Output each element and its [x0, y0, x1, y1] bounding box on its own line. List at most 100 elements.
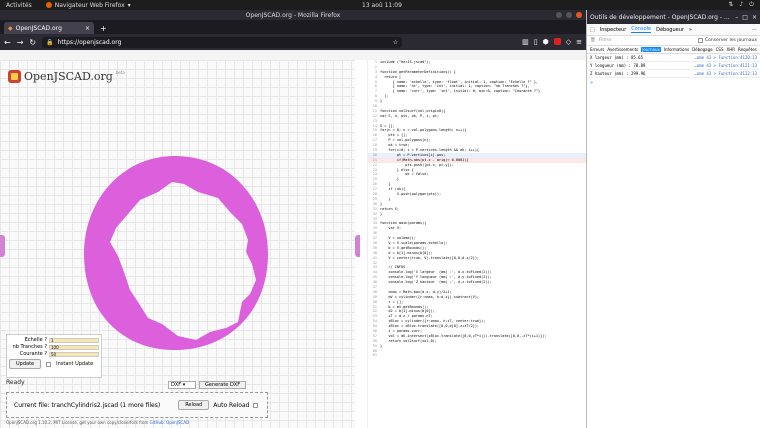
param-label-echelle: Echelle ?: [24, 337, 47, 343]
new-tab-button[interactable]: +: [100, 24, 107, 33]
editor-toggle-handle[interactable]: [355, 235, 360, 257]
left-panel-handle[interactable]: [0, 235, 5, 257]
code-text: var V;: [380, 226, 402, 231]
more-tabs-icon[interactable]: »: [689, 27, 692, 33]
log-source-link[interactable]: …ame 43 > Function:4121:13: [694, 63, 757, 68]
close-icon[interactable]: ×: [752, 14, 757, 21]
console-log-row: Z hauteur (mm) : 299.96 …ame 43 > Functi…: [587, 70, 760, 78]
github-link[interactable]: GitHub: OpenJSCAD: [150, 420, 190, 425]
code-text: return S;: [380, 206, 399, 211]
instant-update-checkbox[interactable]: [46, 361, 52, 367]
generate-button[interactable]: Generate DXF: [199, 381, 247, 389]
minimize-button[interactable]: [556, 12, 562, 18]
instant-update-label: Instant Update: [56, 361, 94, 367]
code-text: { name: 'curr', type: 'int', initial: 0,…: [380, 89, 541, 94]
editor-splitter[interactable]: [355, 60, 367, 428]
footer: OpenJSCAD.org 1.10.2, MIT License, get y…: [6, 420, 189, 425]
network-icon: ⇅: [728, 1, 734, 8]
auto-reload-checkbox[interactable]: [253, 402, 259, 408]
tab-title: OpenJSCAD.org: [15, 24, 62, 32]
console-input-prompt[interactable]: »: [587, 78, 760, 88]
toolbar-icons: ▥ ▯ ⬢ ◇ ≡: [522, 38, 582, 46]
reload-icon[interactable]: ↻: [29, 38, 36, 47]
filter-input[interactable]: Filtrer: [599, 38, 612, 43]
logo-mark-icon: [8, 70, 21, 83]
echelle-input[interactable]: 1: [49, 337, 99, 343]
addon-icon[interactable]: [553, 38, 561, 45]
courante-input[interactable]: 50: [49, 351, 99, 357]
bookmark-star-icon[interactable]: ☆: [393, 39, 398, 46]
devtools-menu-icon[interactable]: ⋯: [752, 27, 757, 33]
logo-text: OpenJSCAD.org: [24, 70, 113, 83]
tab-strip: ◆ OpenJSCAD.org × +: [0, 20, 586, 34]
cat-errors[interactable]: Erreurs: [590, 47, 604, 52]
tab-console[interactable]: Console: [631, 26, 652, 33]
menu-icon[interactable]: ≡: [576, 38, 582, 46]
param-buttons: Update Instant Update: [9, 359, 99, 369]
log-source-link[interactable]: …ame 43 > Function:4120:13: [694, 55, 757, 60]
library-icon[interactable]: ▥: [522, 38, 529, 46]
activities-button[interactable]: Activités: [6, 2, 32, 9]
maximize-icon[interactable]: □: [742, 14, 748, 21]
extension-icon[interactable]: ⬢: [543, 38, 549, 46]
code-text: include ("herJS.jscad");: [380, 60, 431, 64]
format-select[interactable]: DXF ▾: [168, 381, 196, 389]
back-icon[interactable]: ←: [4, 38, 11, 47]
cat-info[interactable]: Informations: [664, 47, 689, 52]
line-number: 61: [372, 353, 377, 358]
cat-xhr[interactable]: XHR: [727, 47, 736, 52]
window-titlebar: OpenJSCAD.org - Mozilla Firefox: [0, 10, 586, 20]
code-line[interactable]: 61: [368, 353, 586, 358]
console-log-row: Y longueur (mm) : 78.89 …ame 43 > Functi…: [587, 62, 760, 70]
persist-logs-checkbox[interactable]: [698, 38, 704, 43]
console-categories: Erreurs Avertissements Journaux Informat…: [587, 46, 760, 54]
cat-requests[interactable]: Requêtes: [738, 47, 757, 52]
page-content: OpenJSCAD.org beta Echelle ? 1 nb Tranch…: [0, 60, 586, 428]
update-button[interactable]: Update: [9, 359, 42, 369]
window-controls: [556, 12, 582, 18]
maximize-button[interactable]: [566, 12, 572, 18]
file-drop-box[interactable]: Current file: tranchCylindris2.jscad (1 …: [6, 392, 268, 418]
devtools-tabs: ⬚ Inspecteur Console Débogueur » ⋯: [587, 24, 760, 36]
3d-viewer[interactable]: OpenJSCAD.org beta Echelle ? 1 nb Tranch…: [0, 60, 355, 428]
cat-warnings[interactable]: Avertissements: [607, 47, 638, 52]
pick-element-icon[interactable]: ⬚: [590, 27, 595, 33]
code-editor[interactable]: 1 include ("herJS.jscad"); 2 3 function getP…: [367, 60, 586, 428]
firefox-icon: [45, 2, 52, 8]
app-menu-label: Navigateur Web Firefox: [54, 1, 125, 9]
code-text: }: [380, 211, 383, 216]
minimize-icon[interactable]: –: [735, 14, 738, 21]
navigation-toolbar: ← → ↻ 🔒 https://openjscad.org ☆ ▥ ▯ ⬢ ◇ …: [0, 34, 586, 50]
close-tab-icon[interactable]: ×: [85, 25, 90, 32]
sidebar-icon[interactable]: ▯: [534, 38, 538, 46]
cat-logs[interactable]: Journaux: [641, 47, 661, 52]
system-tray[interactable]: ⇅ ♪ ⏻: [728, 1, 754, 9]
clock[interactable]: 13 aoû 11:09: [362, 2, 402, 9]
browser-tab[interactable]: ◆ OpenJSCAD.org ×: [4, 22, 94, 34]
slice-shape: [84, 156, 268, 350]
firefox-window: OpenJSCAD.org - Mozilla Firefox ◆ OpenJS…: [0, 10, 586, 428]
tab-debugger[interactable]: Débogueur: [656, 27, 684, 33]
persist-logs-option[interactable]: Conserver les journaux: [698, 38, 757, 43]
reload-button[interactable]: Reload: [178, 400, 210, 410]
log-source-link[interactable]: …ame 43 > Function:4122:13: [694, 71, 757, 76]
log-text: Z hauteur (mm) : 299.96: [590, 71, 646, 76]
lock-icon[interactable]: 🔒: [46, 39, 53, 46]
code-text: }: [380, 99, 383, 104]
code-text: V = center(true, V).translate([0,0,d.z/2…: [380, 255, 480, 260]
log-text: X largeur (mm) : 85.65: [590, 55, 643, 60]
trash-icon[interactable]: 🗑: [590, 38, 596, 43]
tranches-input[interactable]: 100: [49, 344, 99, 350]
code-text: return vol2surf(vol,0);: [380, 338, 437, 343]
close-window-button[interactable]: [576, 12, 582, 18]
url-bar[interactable]: 🔒 https://openjscad.org ☆: [42, 36, 403, 48]
app-menu[interactable]: Navigateur Web Firefox ▾: [45, 1, 131, 9]
footer-text: OpenJSCAD.org 1.10.2, MIT License, get y…: [6, 420, 149, 425]
chevron-down-icon: ▾: [127, 1, 131, 9]
cat-debug[interactable]: Débogage: [692, 47, 713, 52]
openjscad-logo[interactable]: OpenJSCAD.org beta: [8, 70, 125, 83]
shield-icon[interactable]: ◇: [566, 38, 571, 46]
tab-inspector[interactable]: Inspecteur: [600, 27, 627, 33]
forward-icon[interactable]: →: [17, 38, 24, 47]
cat-css[interactable]: CSS: [716, 47, 724, 52]
